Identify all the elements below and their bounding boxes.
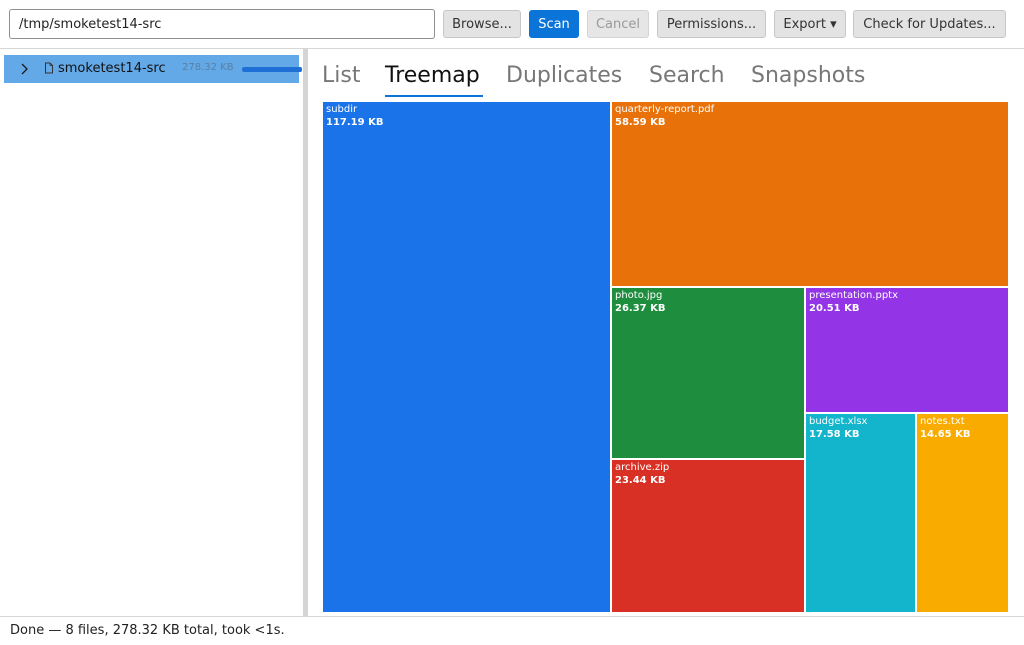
treemap-tile-quarterly-report[interactable]: quarterly-report.pdf 58.59 KB: [611, 101, 1009, 287]
scan-button[interactable]: Scan: [529, 10, 579, 38]
treemap-tile-notes[interactable]: notes.txt 14.65 KB: [916, 413, 1009, 613]
tree-item-name: smoketest14-src: [58, 61, 166, 76]
tree-item-size-bar: [242, 67, 302, 72]
treemap-tile-presentation[interactable]: presentation.pptx 20.51 KB: [805, 287, 1009, 413]
status-text: Done — 8 files, 278.32 KB total, took <1…: [10, 623, 285, 638]
tile-size: 23.44 KB: [615, 475, 666, 486]
tab-duplicates[interactable]: Duplicates: [506, 63, 622, 88]
check-updates-button[interactable]: Check for Updates...: [853, 10, 1006, 38]
tile-size: 26.37 KB: [615, 303, 666, 314]
view-tabs: List Treemap Duplicates Search Snapshots: [308, 49, 1024, 99]
tree-item-size: 278.32 KB: [182, 62, 234, 73]
tile-name: photo.jpg: [615, 290, 663, 301]
tile-name: notes.txt: [920, 416, 965, 427]
tab-list[interactable]: List: [322, 63, 360, 88]
file-tree-panel: smoketest14-src 278.32 KB: [0, 49, 303, 616]
status-bar: Done — 8 files, 278.32 KB total, took <1…: [0, 617, 1024, 645]
tile-name: presentation.pptx: [809, 290, 899, 301]
tile-name: subdir: [326, 104, 358, 115]
document-icon: [45, 62, 53, 74]
export-dropdown-button[interactable]: Export ▾: [774, 10, 846, 38]
panel-splitter[interactable]: [303, 49, 308, 616]
tile-size: 17.58 KB: [809, 429, 860, 440]
tile-name: budget.xlsx: [809, 416, 868, 427]
treemap-tile-archive[interactable]: archive.zip 23.44 KB: [611, 459, 805, 613]
tab-snapshots[interactable]: Snapshots: [751, 63, 865, 88]
tile-name: quarterly-report.pdf: [615, 104, 715, 115]
tile-size: 117.19 KB: [326, 117, 384, 128]
treemap-tile-photo[interactable]: photo.jpg 26.37 KB: [611, 287, 805, 459]
tile-size: 14.65 KB: [920, 429, 971, 440]
tile-size: 20.51 KB: [809, 303, 860, 314]
treemap-tile-subdir[interactable]: subdir 117.19 KB: [322, 101, 611, 613]
permissions-button[interactable]: Permissions...: [657, 10, 766, 38]
tab-treemap[interactable]: Treemap: [385, 63, 480, 88]
tile-size: 58.59 KB: [615, 117, 666, 128]
tile-name: archive.zip: [615, 462, 670, 473]
treemap-tile-budget[interactable]: budget.xlsx 17.58 KB: [805, 413, 916, 613]
chevron-right-icon[interactable]: [18, 61, 32, 77]
tab-search[interactable]: Search: [649, 63, 725, 88]
toolbar: Browse... Scan Cancel Permissions... Exp…: [0, 0, 1024, 48]
browse-button[interactable]: Browse...: [443, 10, 521, 38]
active-tab-indicator: [385, 95, 483, 97]
tree-item-root[interactable]: smoketest14-src 278.32 KB: [4, 55, 302, 83]
cancel-button[interactable]: Cancel: [587, 10, 649, 38]
treemap-view: subdir 117.19 KB quarterly-report.pdf 58…: [322, 101, 1009, 613]
path-input[interactable]: [9, 9, 435, 39]
tree-item-size-bar-fill: [242, 67, 302, 72]
